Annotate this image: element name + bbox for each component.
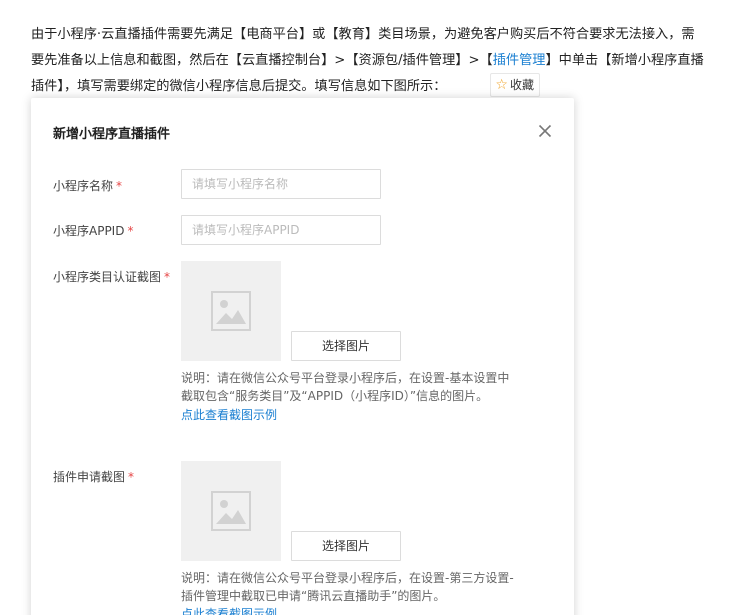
dialog-title: 新增小程序直播插件 (53, 127, 171, 142)
view-plugin-example-link[interactable]: 点此查看截图示例 (181, 605, 277, 615)
intro-line-2-prefix: 要先准备以上信息和截图，然后在【云直播控制台】>【资源包/插件管理】>【 (31, 53, 493, 68)
image-placeholder-icon (211, 491, 251, 531)
view-category-example-link[interactable]: 点此查看截图示例 (181, 406, 277, 424)
appid-input[interactable] (181, 215, 381, 245)
add-plugin-dialog: 新增小程序直播插件 小程序名称* 小程序APPID* 小程序类目认证截图* 选择… (31, 98, 574, 615)
required-mark: * (116, 179, 123, 193)
required-mark: * (128, 470, 135, 484)
name-label-text: 小程序名称 (53, 179, 114, 193)
intro-line-1: 由于小程序·云直播插件需要先满足【电商平台】或【教育】类目场景，为避免客户购买后… (31, 27, 695, 42)
close-icon[interactable] (538, 124, 552, 138)
intro-line-2: 要先准备以上信息和截图，然后在【云直播控制台】>【资源包/插件管理】>【插件管理… (31, 48, 741, 74)
choose-category-image-button[interactable]: 选择图片 (291, 331, 401, 361)
plugin-note: 说明：请在微信公众号平台登录小程序后，在设置-第三方设置-插件管理中截取已申请“… (181, 571, 514, 603)
required-mark: * (127, 224, 134, 238)
appid-label-text: 小程序APPID (53, 224, 125, 238)
category-image-preview (181, 261, 281, 361)
choose-plugin-image-button[interactable]: 选择图片 (291, 531, 401, 561)
plugin-label-text: 插件申请截图 (53, 470, 126, 484)
required-mark: * (164, 270, 171, 284)
category-label-text: 小程序类目认证截图 (53, 270, 162, 284)
plugin-image-preview (181, 461, 281, 561)
intro-paragraph: 由于小程序·云直播插件需要先满足【电商平台】或【教育】类目场景，为避免客户购买后… (31, 22, 741, 100)
name-label: 小程序名称 * (53, 177, 122, 194)
name-input[interactable] (181, 169, 381, 199)
plugin-management-link[interactable]: 插件管理 (493, 53, 546, 68)
page: 由于小程序·云直播插件需要先满足【电商平台】或【教育】类目场景，为避免客户购买后… (0, 0, 756, 615)
intro-line-2-suffix: 】中单击【新增小程序直播 (545, 53, 704, 68)
image-placeholder-icon (211, 291, 251, 331)
plugin-screenshot-label: 插件申请截图 * (53, 468, 134, 485)
category-note: 说明：请在微信公众号平台登录小程序后，在设置-基本设置中截取包含“服务类目”及“… (181, 371, 510, 403)
intro-line-3-text: 插件】，填写需要绑定的微信小程序信息后提交。填写信息如下图所示： (31, 79, 447, 94)
favorite-button[interactable]: ☆ 收藏 (490, 73, 540, 97)
category-screenshot-label: 小程序类目认证截图 * (53, 268, 170, 285)
appid-label: 小程序APPID * (53, 222, 133, 239)
star-icon: ☆ (495, 77, 508, 93)
favorite-label: 收藏 (509, 78, 534, 92)
intro-line-3: 插件】，填写需要绑定的微信小程序信息后提交。填写信息如下图所示： ☆ 收藏 (31, 73, 741, 100)
